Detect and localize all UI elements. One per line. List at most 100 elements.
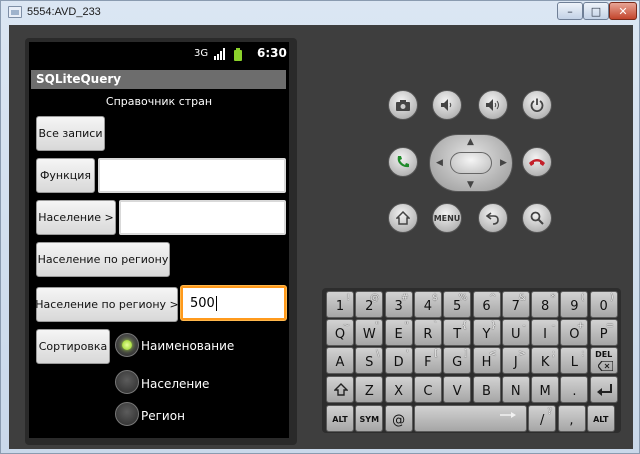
key-x64[interactable]: @ bbox=[384, 405, 413, 432]
key-3[interactable]: 3 # bbox=[384, 291, 413, 318]
sort-button[interactable]: Сортировка bbox=[36, 329, 110, 364]
key-n[interactable]: N bbox=[501, 376, 530, 403]
search-icon[interactable] bbox=[522, 203, 552, 233]
minimize-button[interactable]: – bbox=[557, 2, 583, 20]
key-s[interactable]: S \ bbox=[355, 347, 384, 374]
function-button[interactable]: Функция bbox=[36, 158, 95, 193]
enter-key-icon[interactable] bbox=[589, 376, 618, 403]
population-by-region-gt-button[interactable]: Население по региону > bbox=[35, 287, 179, 322]
key-sym[interactable]: SYM bbox=[355, 405, 384, 432]
key-o[interactable]: O + bbox=[560, 319, 589, 346]
space-key[interactable] bbox=[413, 405, 527, 432]
key-y[interactable]: Y} bbox=[472, 319, 501, 346]
key-8[interactable]: 8 * bbox=[531, 291, 560, 318]
key-alt-label: ( bbox=[580, 293, 585, 303]
key-label: X bbox=[394, 384, 404, 399]
key-g[interactable]: G] bbox=[443, 347, 472, 374]
key-l[interactable]: L: bbox=[560, 347, 589, 374]
back-icon[interactable] bbox=[478, 203, 508, 233]
title-bar[interactable]: 5554:AVD_233 – □ ✕ bbox=[1, 1, 639, 25]
key-2[interactable]: 2 @ bbox=[355, 291, 384, 318]
radio-sort-name[interactable] bbox=[115, 333, 139, 357]
key-alt-label: [ bbox=[434, 349, 438, 359]
signal-icon bbox=[214, 48, 226, 63]
radio-sort-name-label[interactable]: Наименование bbox=[141, 339, 234, 353]
key-alt-label: ) bbox=[610, 293, 614, 303]
key-q[interactable]: Q ~ bbox=[326, 319, 354, 346]
key-alt[interactable]: ALT bbox=[586, 405, 615, 432]
key-1[interactable]: 1! bbox=[326, 291, 354, 318]
key-alt-label: ; bbox=[552, 349, 556, 359]
key-7[interactable]: 7 & bbox=[501, 291, 530, 318]
key-9[interactable]: 9( bbox=[560, 291, 589, 318]
power-icon[interactable] bbox=[522, 90, 552, 120]
key-0[interactable]: 0) bbox=[589, 291, 618, 318]
key-z[interactable]: Z bbox=[355, 376, 384, 403]
population-region-input[interactable]: 500 bbox=[181, 286, 286, 320]
radio-sort-population[interactable] bbox=[115, 370, 139, 394]
maximize-button[interactable]: □ bbox=[583, 2, 609, 20]
key-5[interactable]: 5% bbox=[443, 291, 472, 318]
volume-up-icon[interactable] bbox=[478, 90, 508, 120]
key-alt-label: ` bbox=[433, 321, 438, 331]
key-h[interactable]: H < bbox=[472, 347, 501, 374]
key-alt-label: ! bbox=[346, 293, 350, 303]
key-alt-label: ? bbox=[547, 407, 553, 417]
key-u[interactable]: U- bbox=[501, 319, 530, 346]
radio-sort-population-label[interactable]: Население bbox=[141, 377, 209, 391]
key-x[interactable]: X bbox=[384, 376, 413, 403]
status-bar: 3G 6:30 bbox=[29, 42, 289, 66]
radio-sort-region[interactable] bbox=[115, 402, 139, 426]
key-c[interactable]: C bbox=[413, 376, 442, 403]
key-alt[interactable]: ALT bbox=[326, 405, 354, 432]
menu-button[interactable]: MENU bbox=[432, 203, 462, 233]
key-x44[interactable]: , bbox=[557, 405, 586, 432]
dpad-down-icon[interactable]: ▼ bbox=[467, 180, 474, 190]
key-label: N bbox=[510, 384, 521, 399]
key-d[interactable]: D ' bbox=[384, 347, 413, 374]
volume-down-icon[interactable] bbox=[432, 90, 462, 120]
key-alt-label: - bbox=[551, 321, 556, 331]
status-time: 6:30 bbox=[257, 46, 287, 60]
camera-icon[interactable] bbox=[388, 90, 418, 120]
dpad-center-button[interactable] bbox=[450, 152, 492, 174]
home-icon[interactable] bbox=[388, 203, 418, 233]
population-gt-button[interactable]: Население > bbox=[36, 200, 116, 235]
key-k[interactable]: K; bbox=[531, 347, 560, 374]
key-v[interactable]: V bbox=[443, 376, 472, 403]
key-a[interactable]: A bbox=[326, 347, 354, 374]
call-icon[interactable] bbox=[388, 147, 418, 177]
key-r[interactable]: R ` bbox=[413, 319, 442, 346]
key-4[interactable]: 4 $ bbox=[413, 291, 442, 318]
key-m[interactable]: M bbox=[531, 376, 560, 403]
key-e[interactable]: E " bbox=[384, 319, 413, 346]
app-window-icon bbox=[8, 6, 22, 18]
key-f[interactable]: F[ bbox=[413, 347, 442, 374]
population-by-region-button[interactable]: Население по региону bbox=[36, 242, 170, 277]
key-p[interactable]: P = bbox=[589, 319, 618, 346]
close-button[interactable]: ✕ bbox=[609, 2, 637, 20]
dpad-left-icon[interactable]: ◀ bbox=[436, 158, 443, 168]
text-caret bbox=[215, 295, 217, 311]
dpad[interactable]: ▲ ▼ ◀ ▶ bbox=[429, 134, 513, 192]
key-x47[interactable]: /? bbox=[528, 405, 557, 432]
dpad-up-icon[interactable]: ▲ bbox=[467, 137, 474, 147]
key-label: , bbox=[569, 413, 574, 428]
radio-sort-region-label[interactable]: Регион bbox=[141, 409, 185, 423]
key-j[interactable]: J > bbox=[501, 347, 530, 374]
delete-key[interactable]: DEL bbox=[589, 347, 618, 374]
dpad-right-icon[interactable]: ▶ bbox=[500, 158, 507, 168]
key-t[interactable]: T{ bbox=[443, 319, 472, 346]
all-records-button[interactable]: Все записи bbox=[36, 116, 105, 151]
shift-key-icon[interactable] bbox=[326, 376, 354, 403]
key-w[interactable]: W " bbox=[355, 319, 384, 346]
key-i[interactable]: I- bbox=[531, 319, 560, 346]
key-6[interactable]: 6 ^ bbox=[472, 291, 501, 318]
key-x46[interactable]: . bbox=[560, 376, 589, 403]
key-b[interactable]: B bbox=[472, 376, 501, 403]
key-label: M bbox=[539, 384, 551, 399]
end-call-icon[interactable] bbox=[522, 147, 552, 177]
key-alt-label: ~ bbox=[342, 321, 350, 331]
function-input[interactable] bbox=[98, 158, 286, 193]
population-input[interactable] bbox=[119, 200, 286, 235]
